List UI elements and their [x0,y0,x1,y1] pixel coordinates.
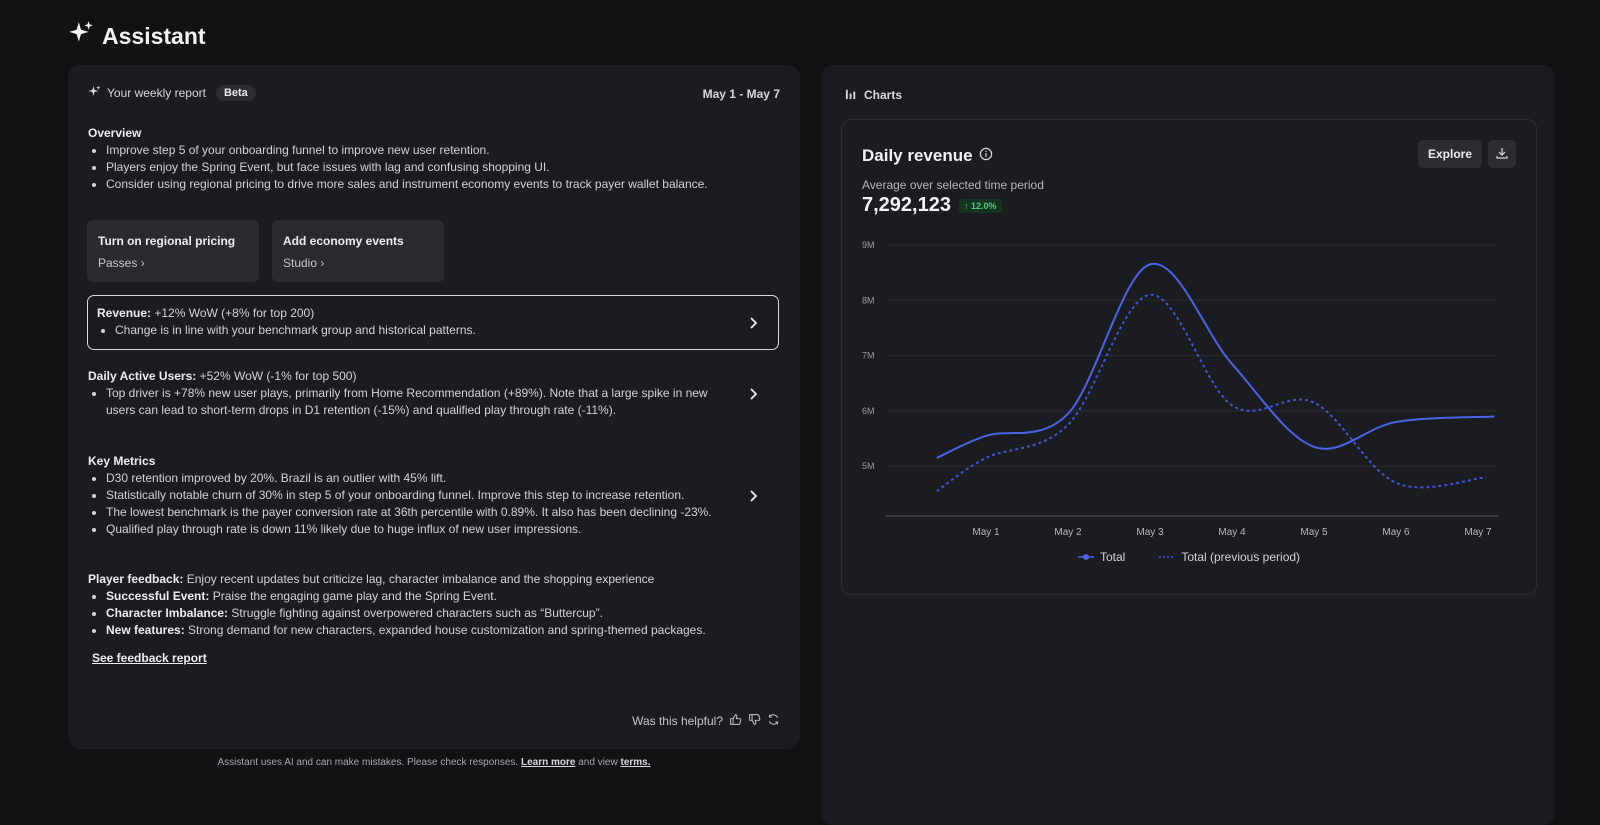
revenue-value: +12% WoW (+8% for top 200) [154,306,315,320]
date-range: May 1 - May 7 [702,87,780,101]
list-item: Statistically notable churn of 30% in st… [106,487,738,504]
y-tick-label: 6M [862,406,875,416]
list-item: Character Imbalance: Struggle fighting a… [106,605,778,622]
explore-button[interactable]: Explore [1417,140,1482,168]
list-item: Improve step 5 of your onboarding funnel… [106,142,778,159]
action-link[interactable]: Passes › [98,256,145,270]
download-icon [1496,147,1508,162]
list-item: The lowest benchmark is the payer conver… [106,504,738,521]
thumbs-up-icon[interactable] [729,713,742,729]
legend-total[interactable]: Total [1077,550,1125,564]
regenerate-icon[interactable] [767,713,780,729]
revenue-label: Revenue: [97,306,152,320]
x-tick-label: May 2 [1054,527,1082,538]
y-tick-label: 5M [862,461,875,471]
y-tick-label: 9M [862,240,875,250]
economy-events-card[interactable]: Add economy events Studio › [272,220,444,282]
list-item: Qualified play through rate is down 11% … [106,521,738,538]
charts-title: Charts [864,88,903,102]
helpful-label: Was this helpful? [632,714,723,728]
key-metrics-heading: Key Metrics [88,454,156,468]
series-line-previous [936,293,1487,492]
x-tick-label: May 7 [1464,527,1492,538]
overview-heading: Overview [88,126,142,140]
report-title: Your weekly report [107,86,206,100]
chart-subtitle: Average over selected time period [862,178,1044,192]
info-icon[interactable] [979,146,993,166]
learn-more-link[interactable]: Learn more [521,757,575,768]
average-number: 7,292,123 [862,194,951,216]
x-tick-label: May 5 [1300,527,1328,538]
terms-link[interactable]: terms. [620,757,650,768]
download-button[interactable] [1488,140,1516,168]
bar-chart-icon [845,87,858,103]
overview-section: Overview Improve step 5 of your onboardi… [88,125,778,193]
sparkle-icon [68,20,94,52]
list-item: Top driver is +78% new user plays, prima… [106,385,718,419]
see-feedback-report-link[interactable]: See feedback report [92,651,207,665]
charts-header: Charts [845,87,902,103]
sparkle-icon [88,85,101,101]
feedback-value: Enjoy recent updates but criticize lag, … [186,572,655,586]
dau-insight[interactable]: Daily Active Users: +52% WoW (-1% for to… [88,368,778,420]
chevron-right-icon[interactable] [746,316,760,330]
x-tick-label: May 6 [1382,527,1410,538]
y-tick-label: 7M [862,351,875,361]
change-badge: ↑ 12.0% [958,198,1002,213]
weekly-report-panel: Your weekly report Beta May 1 - May 7 Ov… [68,65,800,749]
app-title-text: Assistant [102,22,206,49]
chevron-right-icon[interactable] [746,387,760,401]
thumbs-down-icon[interactable] [748,713,761,729]
x-tick-label: May 4 [1218,527,1246,538]
list-item: Consider using regional pricing to drive… [106,176,778,193]
chart-title: Daily revenue [862,146,993,166]
regional-pricing-card[interactable]: Turn on regional pricing Passes › [87,220,259,282]
y-tick-label: 8M [862,295,875,305]
charts-panel: Charts Daily revenue Average over select… [821,65,1555,825]
action-title: Turn on regional pricing [98,234,236,248]
report-header: Your weekly report Beta [88,85,256,101]
chevron-right-icon: › [320,256,325,270]
disclaimer-footer: Assistant uses AI and can make mistakes.… [217,757,651,768]
list-item: D30 retention improved by 20%. Brazil is… [106,470,738,487]
x-tick-label: May 3 [1136,527,1164,538]
dau-label: Daily Active Users: [88,369,197,383]
chevron-right-icon[interactable] [746,489,760,503]
key-metrics-insight[interactable]: Key Metrics D30 retention improved by 20… [88,453,778,539]
action-link[interactable]: Studio › [283,256,324,270]
feedback-prompt: Was this helpful? [632,713,780,729]
dau-value: +52% WoW (-1% for top 500) [199,369,357,383]
revenue-line-chart: 9M 8M 7M 6M 5M May 1 May 2 May 3 May 4 May 5 May 6… [862,240,1498,538]
list-item: Players enjoy the Spring Event, but face… [106,159,778,176]
chevron-right-icon: › [140,256,145,270]
revenue-insight[interactable]: Revenue: +12% WoW (+8% for top 200) Chan… [87,295,779,350]
chart-legend: Total Total (previous period) [842,550,1536,564]
action-title: Add economy events [283,234,404,248]
app-title: Assistant [68,20,206,52]
feedback-label: Player feedback: [88,572,184,586]
player-feedback-section: Player feedback: Enjoy recent updates bu… [88,571,778,639]
series-line-total [936,262,1495,459]
x-tick-label: May 1 [972,527,1000,538]
average-value: 7,292,123 ↑ 12.0% [862,194,1002,217]
overview-list: Improve step 5 of your onboarding funnel… [88,142,778,193]
daily-revenue-card: Daily revenue Average over selected time… [841,119,1537,595]
revenue-content: Revenue: +12% WoW (+8% for top 200) Chan… [97,305,737,339]
list-item: New features: Strong demand for new char… [106,622,778,639]
beta-badge: Beta [215,85,256,101]
legend-previous[interactable]: Total (previous period) [1159,550,1300,564]
list-item: Change is in line with your benchmark gr… [115,322,737,339]
list-item: Successful Event: Praise the engaging ga… [106,588,778,605]
